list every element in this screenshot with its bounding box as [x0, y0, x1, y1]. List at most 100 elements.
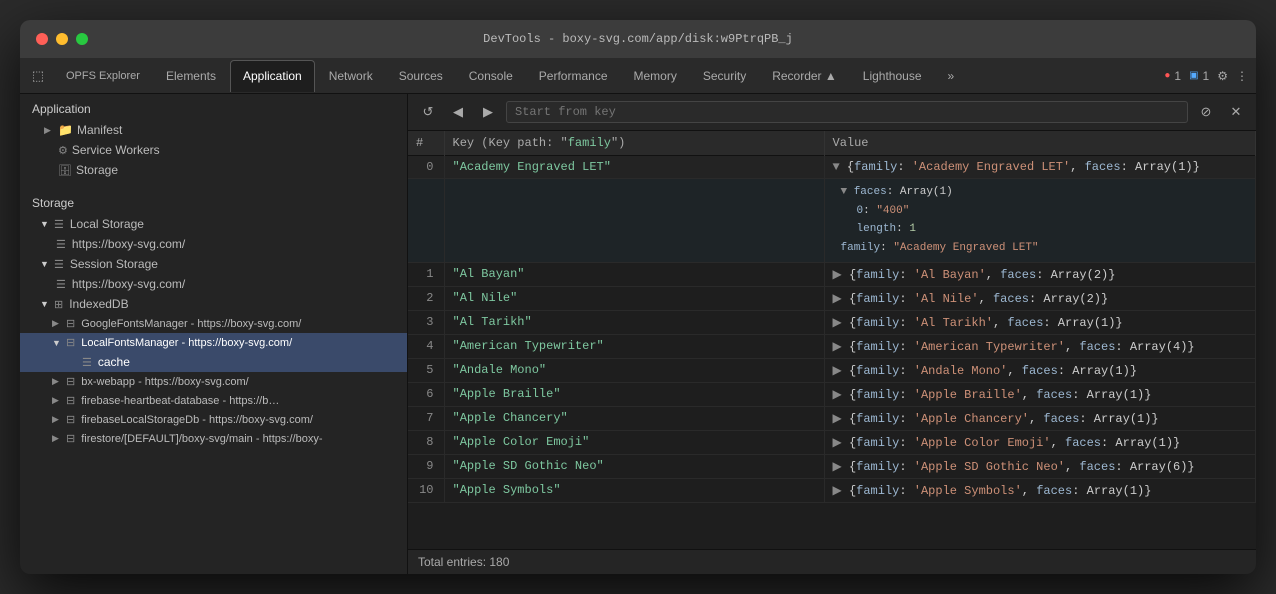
sidebar-item-googlefonts[interactable]: ▶ ⊟ GoogleFontsManager - https://boxy-sv…: [20, 314, 407, 333]
back-button[interactable]: ◀: [446, 100, 470, 124]
table-row[interactable]: 2 "Al Nile" ▶ {family: 'Al Nile', faces:…: [408, 286, 1256, 310]
refresh-button[interactable]: ↺: [416, 100, 440, 124]
start-from-key-input[interactable]: [506, 101, 1188, 123]
sidebar-item-firebase-local[interactable]: ▶ ⊟ firebaseLocalStorageDb - https://box…: [20, 410, 407, 429]
sidebar-item-session-storage-url[interactable]: ☰ https://boxy-svg.com/: [20, 274, 407, 294]
col-value: Value: [824, 131, 1256, 156]
fs-chevron: ▶: [52, 433, 62, 444]
localfonts-label: LocalFontsManager - https://boxy-svg.com…: [81, 337, 292, 349]
tab-bar-right: ● 1 ▣ 1 ⚙ ⋮: [1164, 69, 1252, 83]
table-icon-ls: ☰: [54, 218, 64, 231]
row-key: "Apple SD Gothic Neo": [444, 454, 824, 478]
manifest-chevron: ▶: [44, 125, 54, 136]
row-num: 10: [408, 478, 444, 502]
db-icon-bxw: ⊟: [66, 375, 75, 388]
tab-more[interactable]: »: [936, 60, 967, 92]
table-row[interactable]: 1 "Al Bayan" ▶ {family: 'Al Bayan', face…: [408, 262, 1256, 286]
sidebar-item-cache[interactable]: ☰ cache: [20, 352, 407, 372]
row-value: ▶ {family: 'Apple Symbols', faces: Array…: [824, 478, 1256, 502]
row-key: "Apple Chancery": [444, 406, 824, 430]
local-storage-chevron: ▼: [40, 219, 50, 229]
tab-sources[interactable]: Sources: [387, 60, 455, 92]
table-row[interactable]: 5 "Andale Mono" ▶ {family: 'Andale Mono'…: [408, 358, 1256, 382]
row-num: 3: [408, 310, 444, 334]
table-row[interactable]: 9 "Apple SD Gothic Neo" ▶ {family: 'Appl…: [408, 454, 1256, 478]
table-icon-cache: ☰: [82, 356, 92, 369]
row-num: 4: [408, 334, 444, 358]
row-key: "Apple Braille": [444, 382, 824, 406]
local-storage-url-label: https://boxy-svg.com/: [72, 237, 185, 251]
maximize-button[interactable]: [76, 33, 88, 45]
settings-icon[interactable]: ⚙: [1217, 69, 1228, 83]
table-row[interactable]: 6 "Apple Braille" ▶ {family: 'Apple Brai…: [408, 382, 1256, 406]
row-value: ▶ {family: 'American Typewriter', faces:…: [824, 334, 1256, 358]
row-value: ▶ {family: 'Apple Color Emoji', faces: A…: [824, 430, 1256, 454]
minimize-button[interactable]: [56, 33, 68, 45]
session-storage-label: Session Storage: [70, 257, 158, 271]
record-indicator: ● 1: [1164, 69, 1181, 83]
row-key: "Al Tarikh": [444, 310, 824, 334]
table-row[interactable]: 0 "Academy Engraved LET" ▼ {family: 'Aca…: [408, 156, 1256, 179]
db-icon-gf: ⊟: [66, 317, 75, 330]
row-num: 9: [408, 454, 444, 478]
row-value: ▶ {family: 'Al Nile', faces: Array(2)}: [824, 286, 1256, 310]
row-key: "Academy Engraved LET": [444, 156, 824, 179]
more-options-icon[interactable]: ⋮: [1236, 69, 1248, 83]
tab-memory[interactable]: Memory: [622, 60, 689, 92]
close-button-toolbar[interactable]: ✕: [1224, 100, 1248, 124]
row-key: "Andale Mono": [444, 358, 824, 382]
devtools-icon[interactable]: ⬚: [24, 62, 52, 90]
sidebar-item-indexeddb[interactable]: ▼ ⊞ IndexedDB: [20, 294, 407, 314]
sidebar-item-firestore[interactable]: ▶ ⊟ firestore/[DEFAULT]/boxy-svg/main - …: [20, 429, 407, 448]
table-body: 0 "Academy Engraved LET" ▼ {family: 'Aca…: [408, 156, 1256, 503]
local-storage-label: Local Storage: [70, 217, 144, 231]
bxw-chevron: ▶: [52, 376, 62, 387]
tab-network[interactable]: Network: [317, 60, 385, 92]
forward-button[interactable]: ▶: [476, 100, 500, 124]
tab-opfs[interactable]: OPFS Explorer: [54, 60, 152, 92]
table-row[interactable]: 4 "American Typewriter" ▶ {family: 'Amer…: [408, 334, 1256, 358]
table-row[interactable]: 10 "Apple Symbols" ▶ {family: 'Apple Sym…: [408, 478, 1256, 502]
row-value: ▶ {family: 'Andale Mono', faces: Array(1…: [824, 358, 1256, 382]
row-key: "American Typewriter": [444, 334, 824, 358]
lf-chevron: ▼: [52, 338, 62, 348]
table-icon-ls-url: ☰: [56, 238, 66, 251]
total-entries: Total entries: 180: [418, 555, 509, 569]
tab-bar: ⬚ OPFS Explorer Elements Application Net…: [20, 58, 1256, 94]
fbh-chevron: ▶: [52, 395, 62, 406]
firestore-label: firestore/[DEFAULT]/boxy-svg/main - http…: [81, 433, 322, 445]
row-num: 5: [408, 358, 444, 382]
table-row[interactable]: 7 "Apple Chancery" ▶ {family: 'Apple Cha…: [408, 406, 1256, 430]
window-title: DevTools - boxy-svg.com/app/disk:w9PtrqP…: [483, 32, 793, 46]
row-num: 6: [408, 382, 444, 406]
clear-button[interactable]: ⊘: [1194, 100, 1218, 124]
row-num: 1: [408, 262, 444, 286]
sidebar-item-bx-webapp[interactable]: ▶ ⊟ bx-webapp - https://boxy-svg.com/: [20, 372, 407, 391]
tab-performance[interactable]: Performance: [527, 60, 620, 92]
sidebar-item-service-workers[interactable]: ⚙ Service Workers: [20, 140, 407, 160]
col-number: #: [408, 131, 444, 156]
row-key: "Apple Color Emoji": [444, 430, 824, 454]
tab-recorder[interactable]: Recorder ▲: [760, 60, 849, 92]
row-num: 7: [408, 406, 444, 430]
sidebar-item-localfonts[interactable]: ▼ ⊟ LocalFontsManager - https://boxy-svg…: [20, 333, 407, 352]
tab-elements[interactable]: Elements: [154, 60, 228, 92]
sidebar-item-manifest[interactable]: ▶ 📁 Manifest: [20, 120, 407, 140]
close-button[interactable]: [36, 33, 48, 45]
tab-lighthouse[interactable]: Lighthouse: [851, 60, 934, 92]
sidebar-item-storage-app[interactable]: 🗄 Storage: [20, 160, 407, 180]
devtools-window: DevTools - boxy-svg.com/app/disk:w9PtrqP…: [20, 20, 1256, 574]
tab-application[interactable]: Application: [230, 60, 315, 92]
db-icon-fbl: ⊟: [66, 413, 75, 426]
table-row[interactable]: 3 "Al Tarikh" ▶ {family: 'Al Tarikh', fa…: [408, 310, 1256, 334]
sidebar-item-session-storage[interactable]: ▼ ☰ Session Storage: [20, 254, 407, 274]
tab-console[interactable]: Console: [457, 60, 525, 92]
sidebar-item-firebase-heartbeat[interactable]: ▶ ⊟ firebase-heartbeat-database - https:…: [20, 391, 407, 410]
table-row[interactable]: 8 "Apple Color Emoji" ▶ {family: 'Apple …: [408, 430, 1256, 454]
sidebar-item-local-storage-url[interactable]: ☰ https://boxy-svg.com/: [20, 234, 407, 254]
storage-app-label: Storage: [76, 163, 118, 177]
tab-security[interactable]: Security: [691, 60, 758, 92]
sidebar: Application ▶ 📁 Manifest ⚙ Service Worke…: [20, 94, 408, 574]
row-num: 0: [408, 156, 444, 179]
sidebar-item-local-storage[interactable]: ▼ ☰ Local Storage: [20, 214, 407, 234]
